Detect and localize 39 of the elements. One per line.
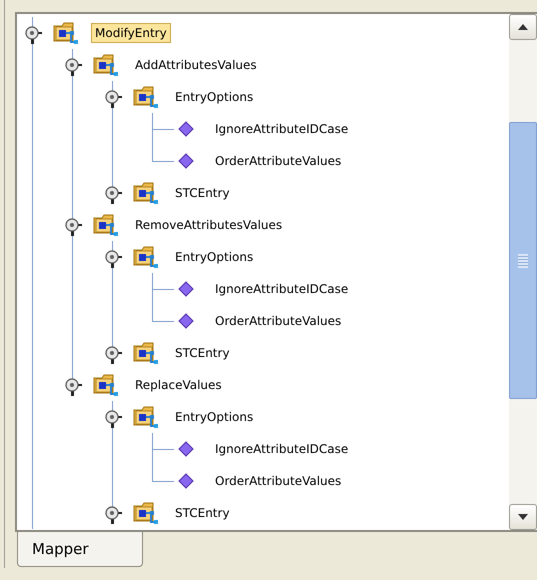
folder-icon	[53, 21, 79, 45]
caret-up-icon	[517, 23, 529, 31]
tree-item[interactable]: ModifyEntry	[91, 23, 171, 43]
diamond-icon	[178, 153, 194, 169]
diamond-icon	[178, 121, 194, 137]
tree-item[interactable]: IgnoreAttributeIDCase	[211, 279, 352, 299]
tree-item[interactable]: STCEntry	[171, 183, 234, 203]
tab[interactable]: Mapper	[17, 532, 143, 567]
folder-icon	[133, 181, 159, 205]
folder-icon	[133, 501, 159, 525]
diamond-icon	[178, 441, 194, 457]
scroll-thumb[interactable]	[509, 122, 537, 399]
tree-item[interactable]: OrderAttributeValues	[211, 311, 346, 331]
folder-icon	[133, 245, 159, 269]
folder-icon	[93, 373, 119, 397]
scroll-down-button[interactable]	[509, 504, 537, 530]
tree-item[interactable]: RemoveAttributesValues	[131, 215, 286, 235]
tree-item[interactable]: IgnoreAttributeIDCase	[211, 119, 352, 139]
diamond-icon	[178, 473, 194, 489]
tree-item[interactable]: OrderAttributeValues	[211, 151, 346, 171]
scrollbar[interactable]	[509, 14, 537, 530]
diamond-icon	[178, 313, 194, 329]
tree-item[interactable]: OrderAttributeValues	[211, 471, 346, 491]
tree-item[interactable]: ReplaceValues	[131, 375, 226, 395]
tree-item[interactable]: AddAttributesValues	[131, 55, 261, 75]
folder-icon	[93, 53, 119, 77]
tree-item[interactable]: STCEntry	[171, 503, 234, 523]
diamond-icon	[178, 281, 194, 297]
folder-icon	[133, 341, 159, 365]
tree-item[interactable]: EntryOptions	[171, 407, 258, 427]
folder-icon	[133, 85, 159, 109]
folder-icon	[93, 213, 119, 237]
caret-down-icon	[517, 513, 529, 521]
tree-item[interactable]: EntryOptions	[171, 87, 258, 107]
tree-item[interactable]: IgnoreAttributeIDCase	[211, 439, 352, 459]
tree-item[interactable]: EntryOptions	[171, 247, 258, 267]
tree-item[interactable]: STCEntry	[171, 343, 234, 363]
folder-icon	[133, 405, 159, 429]
scroll-up-button[interactable]	[509, 14, 537, 40]
